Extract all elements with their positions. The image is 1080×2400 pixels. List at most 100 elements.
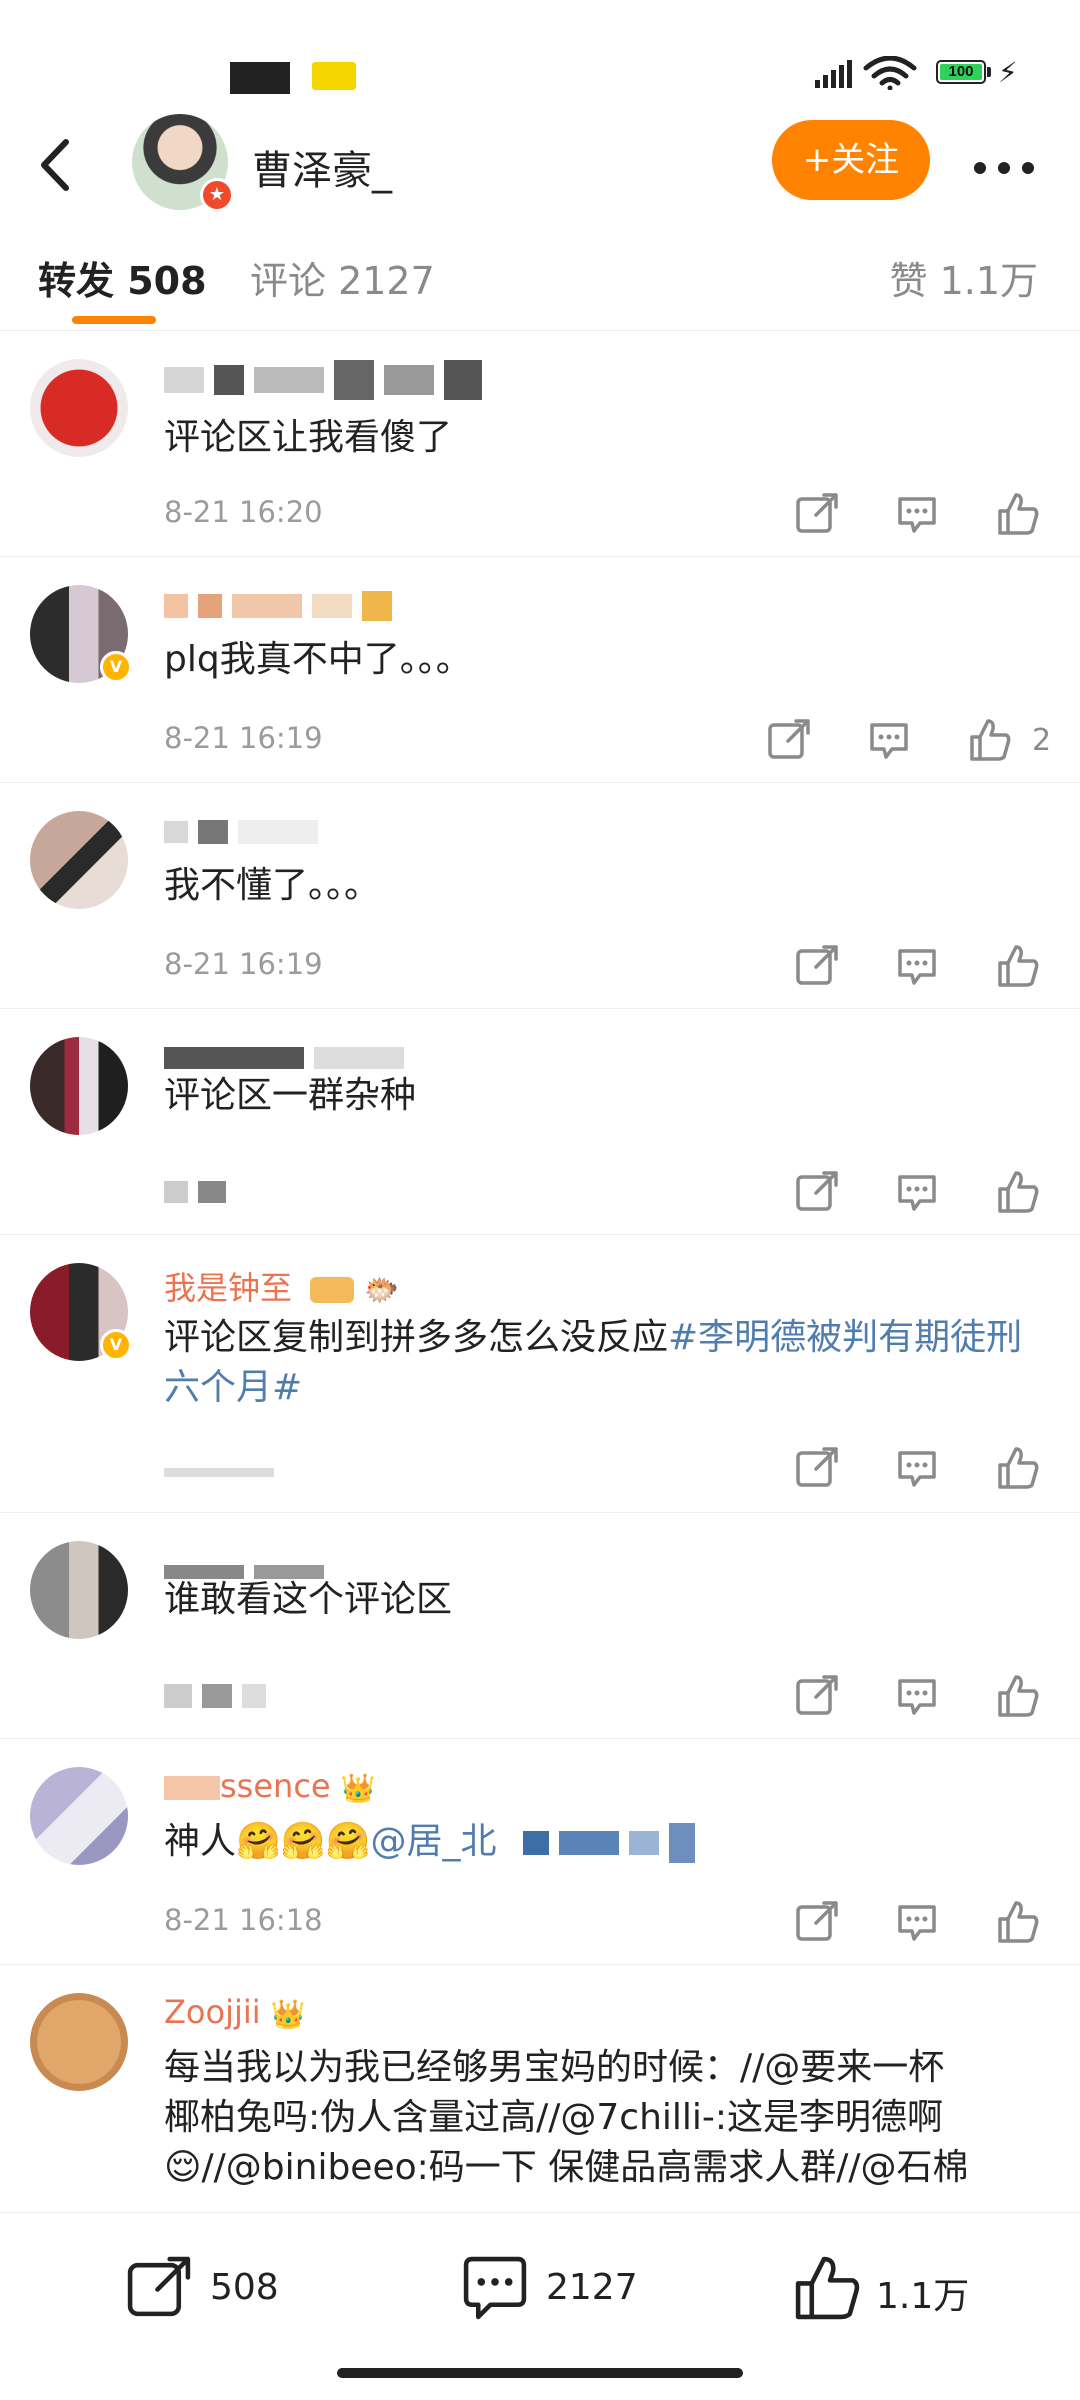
comment-text-line: 😌//@binibeeo:码一下 保健品高需求人群//@石棉 bbox=[164, 2147, 969, 2188]
comment-text-body: 评论区复制到拼多多怎么没反应 bbox=[164, 1317, 669, 1358]
comment-text: 每当我以为我已经够男宝妈的时候：//@要来一杯 椰柏兔吗:伪人含量过高//@7c… bbox=[164, 2043, 1044, 2193]
like-icon[interactable] bbox=[994, 491, 1040, 537]
comment-item: ssence 👑 神人🤗🤗🤗@居_北 8-21 16:18 bbox=[0, 1739, 1080, 1965]
emoji-icon: 🐡 bbox=[364, 1273, 400, 1307]
avatar[interactable] bbox=[30, 811, 128, 909]
comment-list[interactable]: 评论区让我看傻了 8-21 16:20 V plq我真不中了。。。 8-21 1… bbox=[0, 331, 1080, 2211]
dot-icon bbox=[974, 162, 986, 174]
comment-time: 8-21 16:19 bbox=[164, 721, 323, 755]
more-options-button[interactable] bbox=[972, 140, 1036, 190]
username[interactable]: 曹泽豪_ bbox=[252, 138, 392, 196]
comment-text: 神人🤗🤗🤗@居_北 bbox=[164, 1817, 1044, 1867]
repost-icon[interactable] bbox=[794, 491, 840, 537]
verified-badge-icon: V bbox=[100, 651, 132, 683]
repost-count: 508 bbox=[210, 2267, 279, 2308]
crown-icon: 👑 bbox=[270, 1997, 306, 2031]
reply-icon[interactable] bbox=[894, 943, 940, 989]
tab-repost[interactable]: 转发 508 bbox=[38, 250, 207, 305]
repost-icon[interactable] bbox=[766, 717, 812, 763]
avatar[interactable]: V bbox=[30, 585, 132, 683]
reply-icon[interactable] bbox=[894, 1445, 940, 1491]
bottom-action-bar: 508 2127 1.1万 bbox=[0, 2212, 1080, 2363]
avatar[interactable] bbox=[30, 1037, 128, 1135]
avatar[interactable] bbox=[30, 1767, 128, 1865]
like-count: 1.1万 bbox=[876, 2276, 970, 2317]
comment-text-line: 每当我以为我已经够男宝妈的时候：//@要来一杯 bbox=[164, 2047, 945, 2088]
tab-bar: 转发 508 评论 2127 赞 1.1万 bbox=[0, 220, 1080, 331]
comment-time: 8-21 16:19 bbox=[164, 947, 323, 981]
repost-icon[interactable] bbox=[794, 943, 840, 989]
notification-icon bbox=[230, 62, 290, 94]
follow-button[interactable]: +关注 bbox=[772, 120, 930, 200]
comment-item: V 我是钟至 🐡 评论区复制到拼多多怎么没反应#李明德被判有期徒刑六个月# bbox=[0, 1235, 1080, 1513]
like-button[interactable]: 1.1万 bbox=[792, 2253, 972, 2323]
commenter-name-text: ssence bbox=[220, 1767, 331, 1805]
repost-icon[interactable] bbox=[794, 1169, 840, 1215]
commenter-name[interactable] bbox=[164, 585, 402, 629]
battery-level: 100 bbox=[940, 64, 982, 80]
avatar[interactable] bbox=[30, 1541, 128, 1639]
comment-item: 评论区让我看傻了 8-21 16:20 bbox=[0, 331, 1080, 557]
repost-icon[interactable] bbox=[794, 1445, 840, 1491]
charging-icon: ⚡ bbox=[998, 56, 1018, 89]
dot-icon bbox=[998, 162, 1010, 174]
verified-badge-icon: V bbox=[100, 1329, 132, 1361]
comment-text-body: 神人🤗🤗🤗 bbox=[164, 1821, 371, 1862]
like-icon[interactable] bbox=[994, 1673, 1040, 1719]
mention-link[interactable]: @居_北 bbox=[370, 1821, 496, 1862]
repost-icon[interactable] bbox=[794, 1899, 840, 1945]
tab-comment[interactable]: 评论 2127 bbox=[250, 250, 435, 305]
comment-button[interactable]: 2127 bbox=[460, 2253, 660, 2323]
reply-icon[interactable] bbox=[894, 1899, 940, 1945]
repost-icon[interactable] bbox=[794, 1673, 840, 1719]
comment-item: 谁敢看这个评论区 bbox=[0, 1513, 1080, 1739]
comment-text: 评论区让我看傻了 bbox=[164, 417, 453, 458]
comment-text: 我不懂了。。。 bbox=[164, 865, 381, 906]
comment-actions bbox=[780, 491, 1080, 541]
wifi-icon bbox=[863, 56, 917, 90]
like-icon[interactable] bbox=[994, 943, 1040, 989]
comment-time: 8-21 16:18 bbox=[164, 1903, 323, 1937]
reply-icon[interactable] bbox=[894, 491, 940, 537]
reply-icon[interactable] bbox=[866, 717, 912, 763]
commenter-name-text: Zoojjii bbox=[164, 1993, 261, 2031]
comment-text: 评论区复制到拼多多怎么没反应#李明德被判有期徒刑六个月# bbox=[164, 1313, 1044, 1413]
comment-count: 2127 bbox=[546, 2267, 638, 2308]
comment-item: Zoojjii 👑 每当我以为我已经够男宝妈的时候：//@要来一杯 椰柏兔吗:伪… bbox=[0, 1965, 1080, 2211]
status-bar: 100 ⚡ bbox=[0, 0, 1080, 110]
comment-icon bbox=[463, 2256, 527, 2320]
home-indicator[interactable] bbox=[337, 2368, 743, 2378]
like-icon[interactable] bbox=[966, 717, 1012, 763]
comment-time: 8-21 16:20 bbox=[164, 495, 323, 529]
reply-icon[interactable] bbox=[894, 1169, 940, 1215]
like-icon[interactable] bbox=[994, 1899, 1040, 1945]
commenter-name[interactable]: ssence 👑 bbox=[164, 1767, 376, 1811]
comment-item: 我不懂了。。。 8-21 16:19 bbox=[0, 783, 1080, 1009]
repost-icon bbox=[127, 2256, 191, 2317]
avatar[interactable]: ★ bbox=[132, 114, 234, 212]
notification-icon bbox=[312, 62, 356, 90]
avatar[interactable] bbox=[30, 359, 128, 457]
comment-text: 评论区一群杂种 bbox=[164, 1075, 417, 1116]
commenter-name[interactable]: Zoojjii 👑 bbox=[164, 1993, 306, 2037]
reply-icon[interactable] bbox=[894, 1673, 940, 1719]
verified-badge-icon: ★ bbox=[200, 178, 234, 212]
commenter-name[interactable] bbox=[164, 359, 492, 403]
avatar[interactable]: V bbox=[30, 1263, 132, 1361]
signal-icon bbox=[815, 60, 852, 88]
back-button[interactable] bbox=[24, 130, 84, 200]
comment-item: 评论区一群杂种 bbox=[0, 1009, 1080, 1235]
commenter-name[interactable] bbox=[164, 811, 328, 855]
commenter-name[interactable]: 我是钟至 🐡 bbox=[164, 1263, 399, 1307]
chevron-left-icon bbox=[41, 139, 69, 191]
comment-actions bbox=[780, 1169, 1080, 1219]
avatar[interactable] bbox=[30, 1993, 128, 2091]
commenter-name-text: 我是钟至 bbox=[164, 1269, 293, 1307]
repost-button[interactable]: 508 bbox=[124, 2253, 294, 2323]
comment-item: V plq我真不中了。。。 8-21 16:19 2 bbox=[0, 557, 1080, 783]
tab-likes[interactable]: 赞 1.1万 bbox=[889, 250, 1038, 305]
like-icon[interactable] bbox=[994, 1445, 1040, 1491]
comment-text: 谁敢看这个评论区 bbox=[164, 1579, 453, 1620]
comment-actions: 2 bbox=[752, 717, 1080, 767]
like-icon[interactable] bbox=[994, 1169, 1040, 1215]
